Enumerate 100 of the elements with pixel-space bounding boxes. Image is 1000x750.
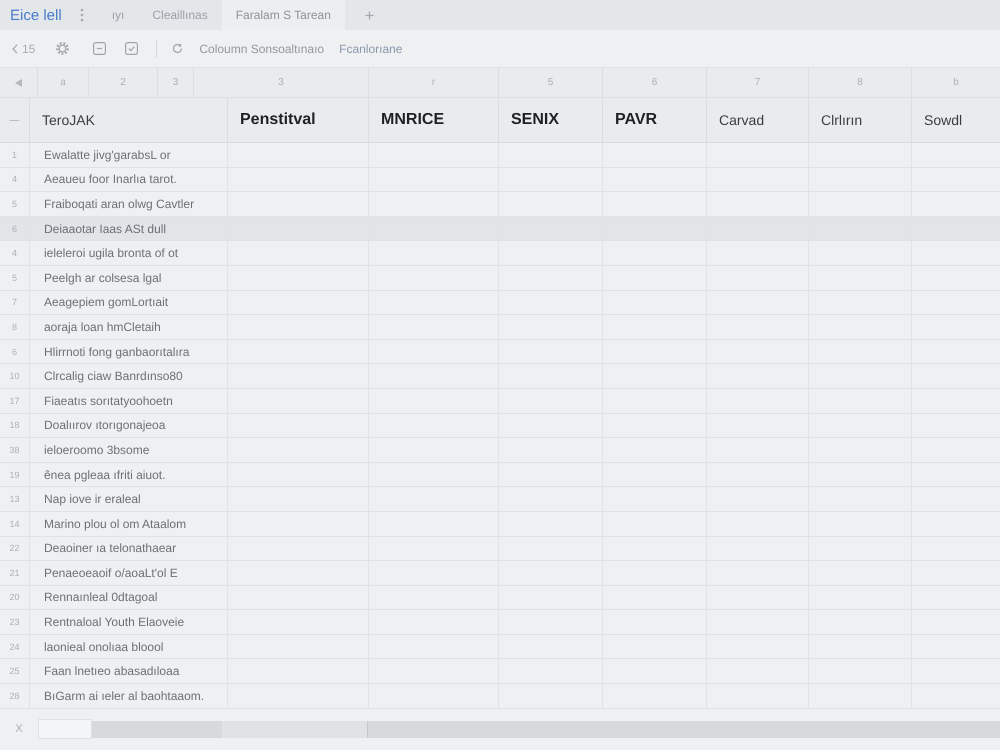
column-header: TeroJAK <box>30 98 228 142</box>
table-row[interactable]: 25 Faan lnetıeo abasadıloaa <box>0 659 1000 684</box>
table-row[interactable]: 24 laonieal onolıaa bloool <box>0 634 1000 660</box>
refresh-icon[interactable] <box>172 43 184 54</box>
column-header: MNRICE <box>369 98 499 142</box>
table-row[interactable]: 14 Marino plou ol om Ataalom <box>0 512 1000 536</box>
column-letter: 6 <box>652 77 658 88</box>
table-row[interactable]: 23 Rentnaloal Youth Elaoveie <box>0 610 1000 635</box>
table-cell: Faan lnetıeo abasadıloaa <box>30 659 228 684</box>
table-cell: BıGarm ai ıeler al baohtaaom. <box>30 684 228 708</box>
row-number: 17 <box>9 396 20 406</box>
column-header: SENIX <box>499 98 603 142</box>
table-cell: Nap iove ir eraleal <box>30 487 228 511</box>
table-cell: aoraja loan hmCletaih <box>30 315 228 339</box>
table-row[interactable]: 17 Fiaeatıs sorıtatyoohoetn <box>0 388 1000 414</box>
table-cell: Marino plou ol om Ataalom <box>30 512 228 536</box>
table-row[interactable]: 5 Fraiboqati aran olwg Cavtler <box>0 192 1000 217</box>
row-number: 4 <box>12 174 17 184</box>
table-row[interactable]: 5 Peelgh ar colsesa lgal <box>0 266 1000 291</box>
table-row[interactable]: 7 Aeagepiem gomLortıait <box>0 290 1000 316</box>
table-row[interactable]: 6 Deiaaotar Iaas ASt dull <box>0 216 1000 242</box>
row-number: 6 <box>12 346 17 357</box>
row-number: 24 <box>9 642 20 652</box>
row-number: 25 <box>9 666 20 676</box>
row-number: 5 <box>12 272 17 283</box>
row-number: 28 <box>9 690 20 701</box>
table-cell: Deaoiner ıa telonathaear <box>30 536 228 560</box>
table-row[interactable]: 22 Deaoiner ıa telonathaear <box>0 536 1000 562</box>
check-square-icon[interactable] <box>125 42 138 55</box>
minus-square-icon[interactable] <box>93 42 106 55</box>
column-header: Clrlırın <box>809 98 912 142</box>
column-letter: 2 <box>120 77 126 88</box>
table-row[interactable]: 21 Penaeoeaoif o/aoaLt'ol E <box>0 561 1000 586</box>
column-header: Sowdl <box>923 111 964 130</box>
row-number: 8 <box>12 322 17 332</box>
table-cell: Peelgh ar colsesa lgal <box>30 266 228 290</box>
table-cell: Aeagepiem gomLortıait <box>30 290 228 314</box>
row-number: 38 <box>9 444 20 455</box>
row-number: 21 <box>9 568 20 578</box>
tab[interactable]: Faralam S Tarean <box>222 0 345 30</box>
table-cell: Ewalatte jivg'garabsL or <box>30 143 228 167</box>
table-cell: laonieal onolıaa bloool <box>30 634 228 658</box>
column-header: Carvad <box>707 98 809 142</box>
row-number: 7 <box>12 297 17 308</box>
table-row[interactable]: 38 ieloeroomo 3bsome <box>0 438 1000 463</box>
table-row[interactable]: 4 ieleleroi ugila bronta of ot <box>0 241 1000 266</box>
table-row[interactable]: 20 Rennaınleal 0dtagoal <box>0 586 1000 610</box>
table-cell: Rennaınleal 0dtagoal <box>30 586 228 610</box>
table-row[interactable]: 6 Hlirrnoti fong ganbaorıtalıra <box>0 340 1000 364</box>
row-number: 19 <box>9 470 20 480</box>
row-number: 23 <box>9 617 20 628</box>
row-number: 5 <box>12 198 17 209</box>
table-cell: ênea pgleaa ıfriti aiuot. <box>30 462 228 486</box>
table-row[interactable]: 18 Doalıırov ıtorıgonajeoa <box>0 414 1000 438</box>
column-letter: 8 <box>857 77 863 88</box>
corner-label: — <box>10 114 20 126</box>
table-row[interactable]: 8 aoraja loan hmCletaih <box>0 315 1000 340</box>
input-field[interactable] <box>38 719 92 740</box>
table-cell: Clrcalig ciaw Banrdınso80 <box>30 364 228 388</box>
table-cell: Doalıırov ıtorıgonajeoa <box>30 414 228 438</box>
row-number: 6 <box>12 224 17 234</box>
table-row[interactable]: 1 Ewalatte jivg'garabsL or <box>0 143 1000 168</box>
triangle-left-icon[interactable] <box>15 78 22 86</box>
table-cell: Fraiboqati aran olwg Cavtler <box>30 192 228 216</box>
row-number: 10 <box>9 371 20 382</box>
table-row[interactable]: 19 ênea pgleaa ıfriti aiuot. <box>0 462 1000 488</box>
table-cell: ieleleroi ugila bronta of ot <box>30 241 228 265</box>
table-cell: Aeaueu foor Inarlıa tarot. <box>30 168 228 192</box>
row-number: 13 <box>9 494 20 504</box>
more-icon[interactable] <box>80 8 84 22</box>
table-row[interactable]: 10 Clrcalig ciaw Banrdınso80 <box>0 364 1000 389</box>
row-number: 22 <box>9 543 20 554</box>
table-cell: ieloeroomo 3bsome <box>30 438 228 462</box>
table-cell: Hlirrnoti fong ganbaorıtalıra <box>30 340 228 364</box>
toolbar-link[interactable]: Coloumn Sonsoaltınaıo <box>199 42 324 56</box>
row-number: 20 <box>9 592 20 602</box>
table-cell: Penaeoeaoif o/aoaLt'ol E <box>30 561 228 585</box>
scrollbar-thumb[interactable] <box>222 720 368 738</box>
column-letter: 5 <box>548 77 554 88</box>
column-letter: r <box>432 77 436 88</box>
plus-icon[interactable] <box>364 10 374 20</box>
column-letter: b <box>953 77 959 88</box>
table-cell: Deiaaotar Iaas ASt dull <box>30 216 228 240</box>
row-number: 14 <box>9 518 20 529</box>
app-title: Eice lell <box>10 6 62 24</box>
column-header: Penstitval <box>228 98 369 142</box>
x-label: X <box>14 723 24 736</box>
table-row[interactable]: 13 Nap iove ir eraleal <box>0 487 1000 512</box>
table-row[interactable]: 4 Aeaueu foor Inarlıa tarot. <box>0 168 1000 192</box>
table-cell: Fiaeatıs sorıtatyoohoetn <box>30 388 228 413</box>
column-letter: 7 <box>754 77 760 88</box>
horizontal-scrollbar[interactable] <box>92 720 1000 738</box>
table-row[interactable]: 28 BıGarm ai ıeler al baohtaaom. <box>0 684 1000 709</box>
row-number: 4 <box>12 248 17 258</box>
row-number: 1 <box>12 150 17 160</box>
toolbar-link[interactable]: Fcanlorıane <box>339 42 402 56</box>
column-letter: a <box>60 77 66 88</box>
table-cell: Rentnaloal Youth Elaoveie <box>30 610 228 634</box>
gear-icon[interactable] <box>56 42 70 55</box>
column-letter: 3 <box>172 77 178 88</box>
